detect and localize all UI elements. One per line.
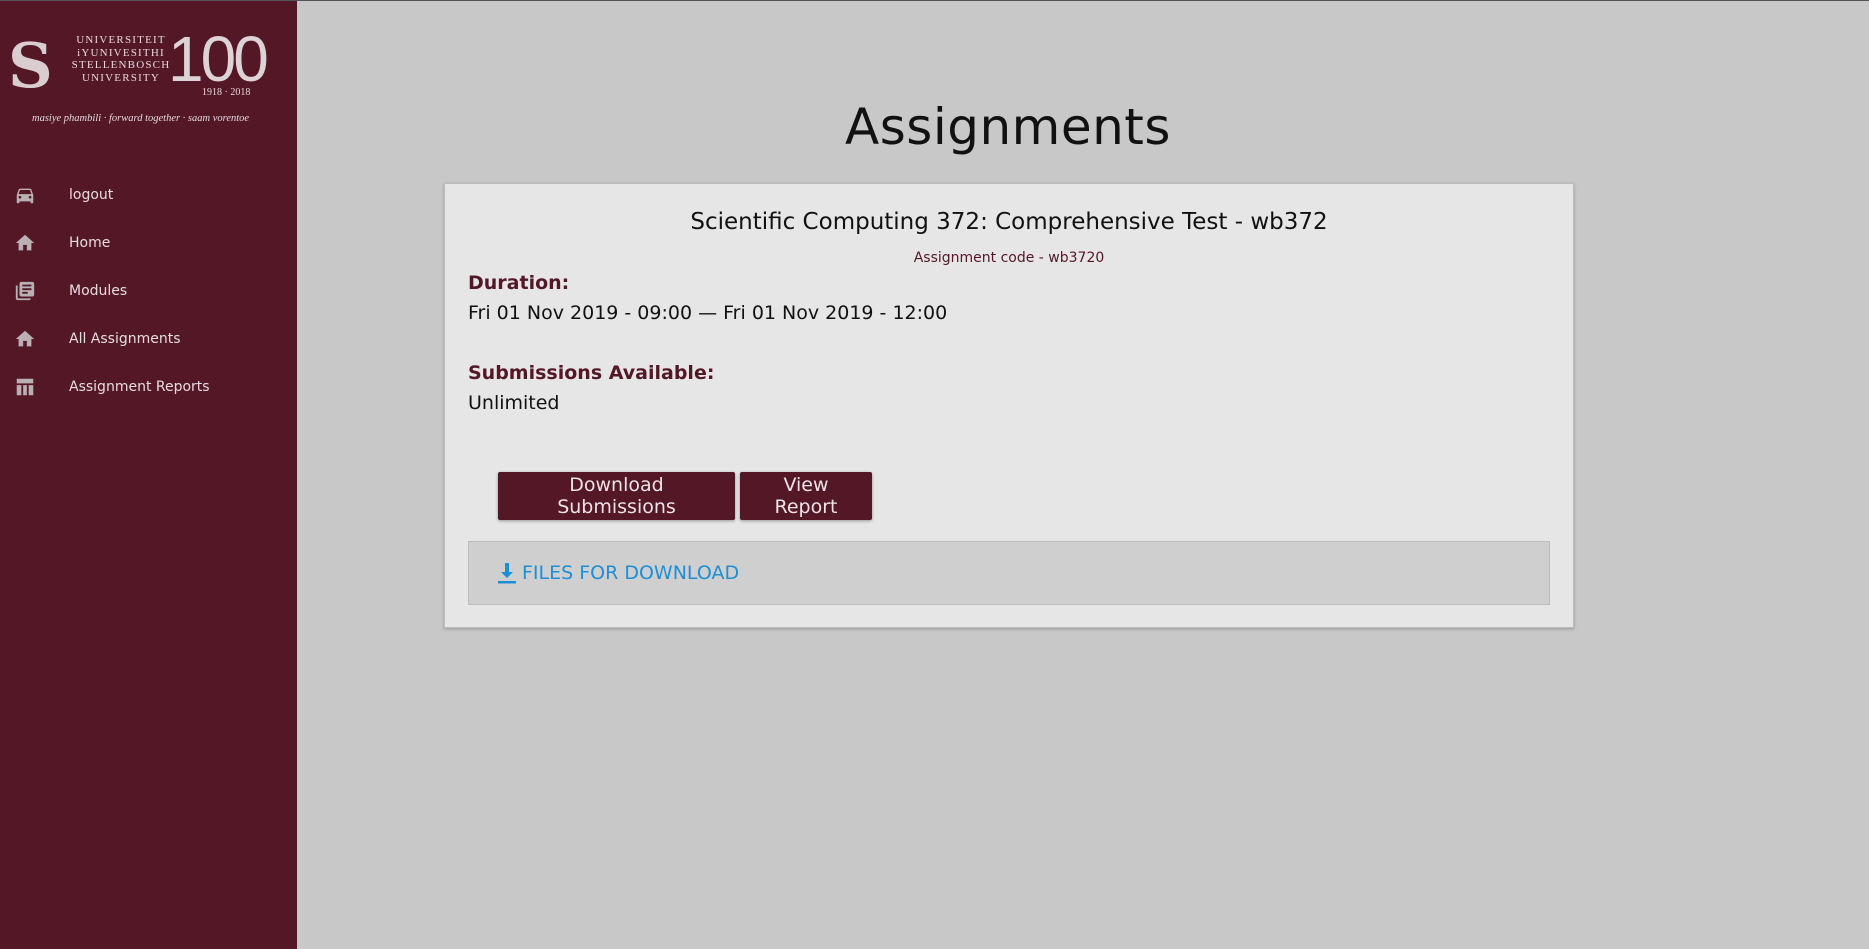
- sidebar-item-label: Home: [69, 235, 111, 251]
- table-icon: [13, 375, 37, 399]
- sidebar-item-label: logout: [69, 187, 114, 203]
- home-icon: [13, 231, 37, 255]
- sidebar-item-label: All Assignments: [69, 331, 181, 347]
- files-for-download-toggle[interactable]: FILES FOR DOWNLOAD: [468, 541, 1550, 605]
- logo-centenary-years: 1918 · 2018: [202, 87, 251, 98]
- library-books-icon: [13, 279, 37, 303]
- download-icon: [498, 563, 516, 584]
- page-title: Assignments: [845, 98, 1171, 156]
- sidebar-item-modules[interactable]: Modules: [0, 267, 297, 315]
- duration-value: Fri 01 Nov 2019 - 09:00 — Fri 01 Nov 201…: [468, 302, 948, 324]
- logo-emblem-icon: S: [8, 29, 53, 102]
- files-for-download-label: FILES FOR DOWNLOAD: [522, 562, 740, 584]
- view-report-button[interactable]: View Report: [740, 472, 872, 520]
- logo-centenary-number: 100: [168, 23, 269, 95]
- submissions-label: Submissions Available:: [468, 362, 715, 384]
- logo-wordmark: UNIVERSITEIT iYUNIVESITHI STELLENBOSCH U…: [66, 34, 176, 84]
- sidebar-item-label: Assignment Reports: [69, 379, 210, 395]
- submissions-value: Unlimited: [468, 392, 560, 414]
- sidebar-item-logout[interactable]: logout: [0, 171, 297, 219]
- duration-label: Duration:: [468, 272, 570, 294]
- university-logo[interactable]: S UNIVERSITEIT iYUNIVESITHI STELLENBOSCH…: [6, 23, 291, 131]
- car-icon: [13, 183, 37, 207]
- download-submissions-button[interactable]: Download Submissions: [498, 472, 735, 520]
- sidebar-item-assignment-reports[interactable]: Assignment Reports: [0, 363, 297, 411]
- assignment-card: Scientific Computing 372: Comprehensive …: [444, 183, 1574, 628]
- logo-line: UNIVERSITEIT: [76, 34, 166, 46]
- logo-motto: masiye phambili · forward together · saa…: [32, 113, 250, 124]
- assignment-code: Assignment code - wb3720: [913, 250, 1105, 266]
- logo-line: STELLENBOSCH: [71, 59, 171, 71]
- assignment-title: Scientific Computing 372: Comprehensive …: [690, 209, 1328, 235]
- sidebar-nav: logout Home Modules All Assignments Assi…: [0, 171, 297, 411]
- logo-line: UNIVERSITY: [82, 71, 160, 84]
- logo-line: iYUNIVESITHI: [77, 46, 165, 59]
- sidebar-item-home[interactable]: Home: [0, 219, 297, 267]
- home-icon: [13, 327, 37, 351]
- sidebar-item-label: Modules: [69, 283, 128, 299]
- sidebar: S UNIVERSITEIT iYUNIVESITHI STELLENBOSCH…: [0, 1, 297, 949]
- sidebar-item-all-assignments[interactable]: All Assignments: [0, 315, 297, 363]
